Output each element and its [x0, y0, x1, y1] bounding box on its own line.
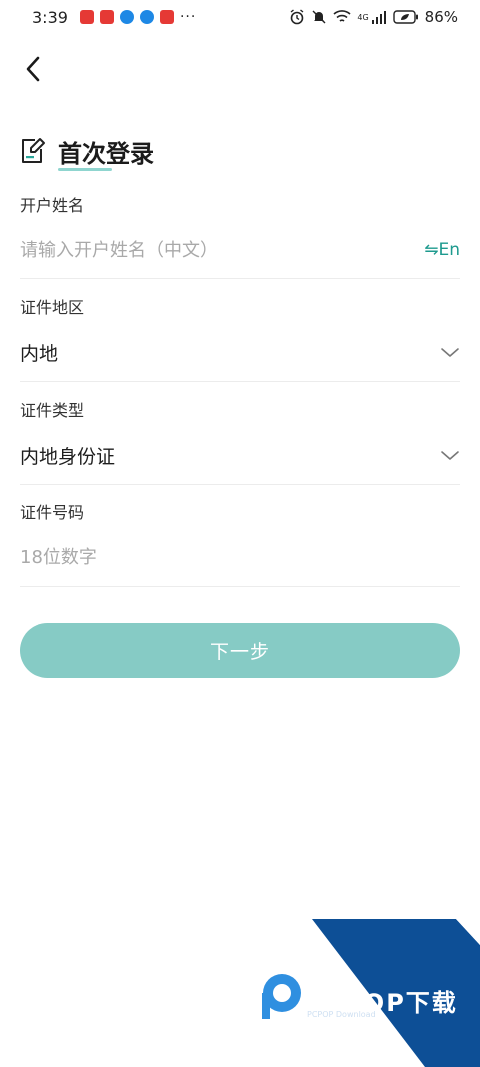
chevron-down-icon[interactable] [440, 448, 460, 462]
music-app-icon [119, 10, 134, 24]
region-field[interactable]: 证件地区 内地 [20, 298, 460, 382]
region-row[interactable]: 内地 [20, 339, 460, 366]
name-row: ⇋En [20, 238, 460, 262]
app-notification-icon [159, 10, 174, 24]
alarm-icon [290, 9, 304, 25]
app-notification-icon [99, 10, 114, 24]
name-label: 开户姓名 [20, 196, 85, 215]
region-label: 证件地区 [20, 298, 85, 317]
edit-document-icon [22, 138, 45, 163]
chevron-down-icon[interactable] [440, 345, 460, 359]
watermark: PCPOP下载 PCPOP Download [0, 915, 480, 1067]
status-left: 3:39 ··· [32, 8, 196, 27]
page-title-text: 首次登录 [58, 139, 154, 168]
name-field: 开户姓名 ⇋En [20, 196, 460, 279]
id-number-input[interactable] [20, 546, 380, 568]
chevron-left-icon [26, 56, 40, 82]
app-notification-icon [79, 10, 94, 24]
signal-icon [371, 11, 386, 24]
id-type-label: 证件类型 [20, 401, 85, 420]
status-bar: 3:39 ··· 4G 86% [0, 0, 480, 34]
back-button[interactable] [18, 54, 48, 84]
region-value[interactable]: 内地 [20, 339, 58, 366]
name-input[interactable] [20, 239, 380, 261]
id-type-field[interactable]: 证件类型 内地身份证 [20, 401, 460, 485]
title-underline [58, 167, 112, 171]
next-button[interactable]: 下一步 [20, 623, 460, 678]
more-notifications-icon: ··· [179, 9, 197, 25]
language-toggle[interactable]: ⇋En [424, 240, 460, 260]
pcpop-logo-icon [262, 974, 301, 1019]
wifi-icon [333, 10, 351, 22]
id-number-field: 证件号码 [20, 503, 460, 587]
id-type-value[interactable]: 内地身份证 [20, 442, 115, 469]
page-title: 首次登录 [58, 134, 154, 171]
watermark-subtitle: PCPOP Download [307, 1010, 376, 1019]
id-number-row [20, 545, 460, 569]
battery-level: 86% [424, 8, 458, 26]
id-type-row[interactable]: 内地身份证 [20, 442, 460, 469]
browser-app-icon [139, 10, 154, 24]
title-row: 首次登录 [20, 134, 154, 171]
id-number-label: 证件号码 [20, 503, 85, 522]
network-type: 4G [357, 12, 369, 22]
status-time: 3:39 [32, 7, 68, 27]
battery-saver-icon [392, 10, 418, 24]
status-right: 4G 86% [289, 8, 458, 26]
mute-bell-icon [312, 10, 326, 24]
